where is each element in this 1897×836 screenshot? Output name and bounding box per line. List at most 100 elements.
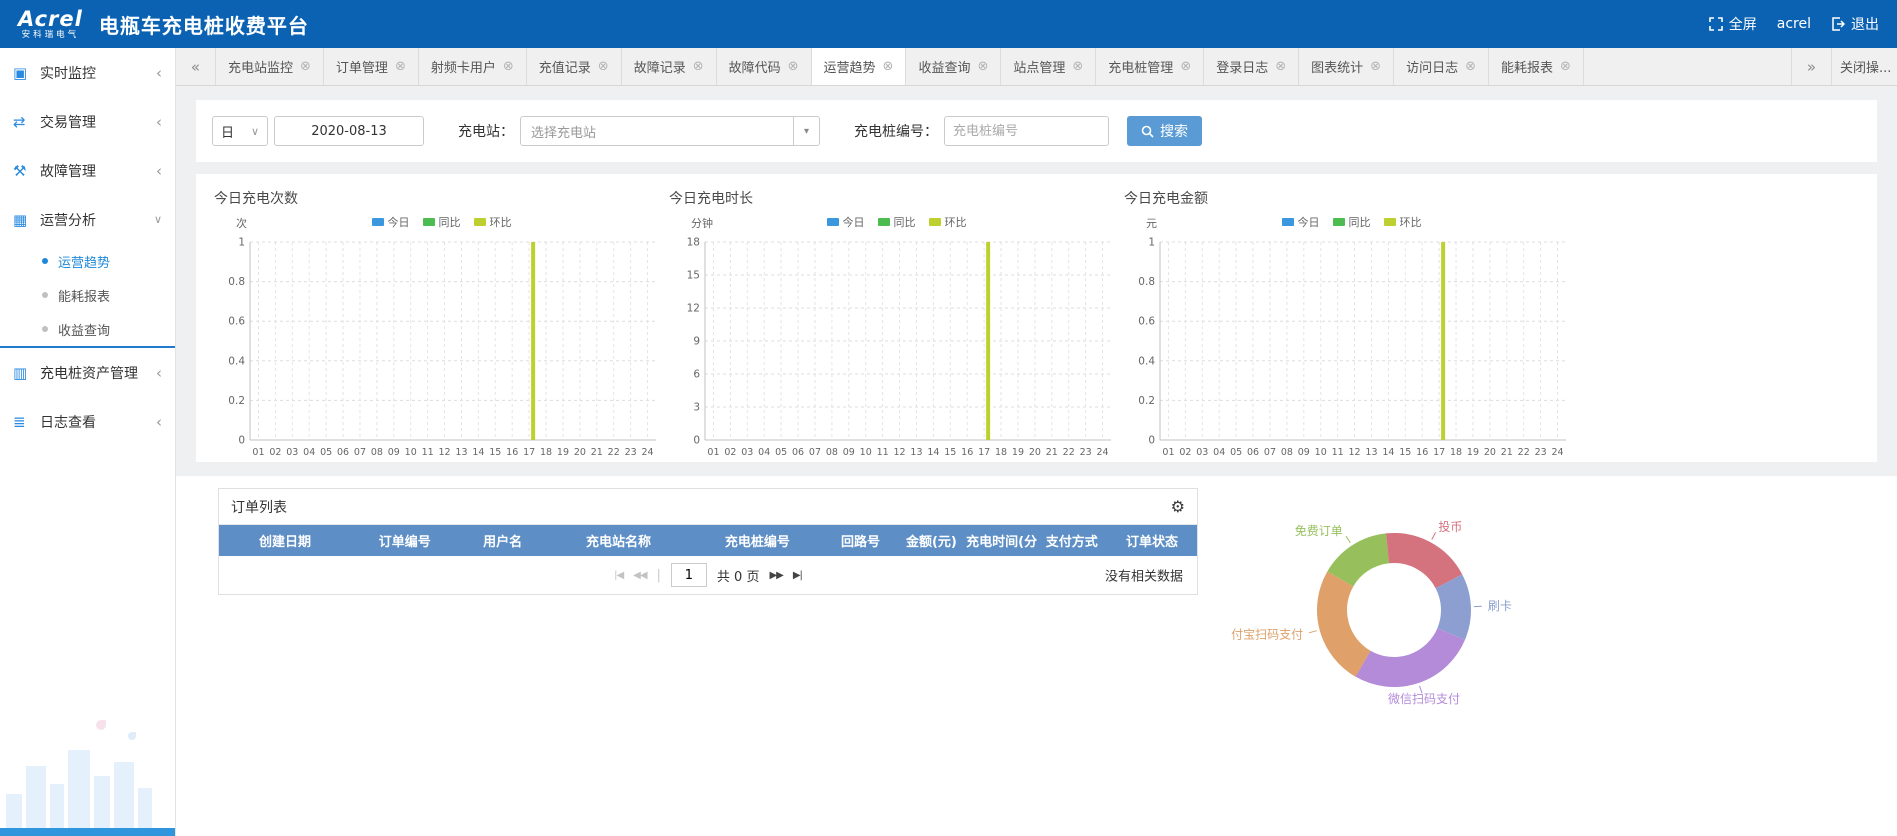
order-column-header: 用户名 — [459, 525, 547, 556]
tab-close-icon[interactable]: ⊗ — [1465, 59, 1476, 74]
svg-text:18: 18 — [1450, 447, 1462, 458]
period-select[interactable]: 日 ∨ — [212, 116, 268, 146]
tab-close-icon[interactable]: ⊗ — [977, 59, 988, 74]
bar-chart-canvas: 00.20.40.60.8101020304050607080910111213… — [1124, 234, 1572, 462]
tab-close-icon[interactable]: ⊗ — [598, 59, 609, 74]
fullscreen-button[interactable]: 全屏 — [1709, 14, 1757, 34]
next-page-button[interactable]: ▶▶ — [769, 570, 782, 581]
tab-label: 故障代码 — [729, 57, 781, 76]
legend-item[interactable]: 环比 — [474, 214, 512, 230]
legend-item[interactable]: 同比 — [423, 214, 461, 230]
tab[interactable]: 故障代码 ⊗ — [717, 48, 812, 85]
legend-item[interactable]: 今日 — [827, 214, 865, 230]
legend-item[interactable]: 环比 — [929, 214, 967, 230]
tab[interactable]: 充电站监控⊗ — [216, 48, 324, 85]
sidebar-item-label: 充电桩资产管理 — [40, 363, 138, 383]
donut-slice[interactable] — [1388, 548, 1449, 581]
tab[interactable]: 站点管理⊗ — [1001, 48, 1096, 85]
svg-text:05: 05 — [320, 447, 332, 458]
tab-label: 图表统计 — [1311, 57, 1363, 76]
chart-title: 今日充电金额 — [1124, 188, 1579, 208]
tab[interactable]: 登录日志⊗ — [1204, 48, 1299, 85]
tab[interactable]: 访问日志⊗ — [1394, 48, 1489, 85]
tab[interactable]: 图表统计 ⊗ — [1299, 48, 1394, 85]
tab[interactable]: 能耗报表 ⊗ — [1489, 48, 1584, 85]
order-column-header: 回路号 — [824, 525, 896, 556]
svg-text:19: 19 — [557, 447, 569, 458]
page-body: 日 ∨ 充电站： 选择充电站 ▾ 充电桩编号： 搜索 — [176, 86, 1897, 836]
svg-text:0: 0 — [1148, 435, 1155, 447]
sidebar-item[interactable]: ⇄交易管理‹ — [0, 97, 175, 146]
sidebar-subitem[interactable]: 能耗报表 — [0, 278, 175, 312]
tab-close-icon[interactable]: ⊗ — [883, 59, 894, 74]
tab-close-icon[interactable]: ⊗ — [395, 59, 406, 74]
legend-swatch-icon — [929, 218, 941, 226]
tab-label: 充电桩管理 — [1108, 57, 1173, 76]
sidebar-item[interactable]: ▣实时监控‹ — [0, 48, 175, 97]
tab-label: 故障记录 — [634, 57, 686, 76]
legend-item[interactable]: 同比 — [878, 214, 916, 230]
tab-close-icon[interactable]: ⊗ — [1180, 59, 1191, 74]
donut-slice[interactable] — [1363, 634, 1451, 672]
station-select[interactable]: 选择充电站 ▾ — [520, 116, 820, 146]
donut-slice[interactable] — [1332, 579, 1363, 664]
dropdown-arrow-icon[interactable]: ▾ — [793, 117, 819, 145]
tab-close-icon[interactable]: ⊗ — [1560, 59, 1571, 74]
legend-item[interactable]: 环比 — [1384, 214, 1422, 230]
svg-text:15: 15 — [687, 270, 700, 282]
sidebar-subitem[interactable]: 收益查询 — [0, 312, 175, 346]
sidebar-nav: ▣实时监控‹⇄交易管理‹⚒故障管理‹▦运营分析∨运营趋势能耗报表收益查询▥充电桩… — [0, 48, 175, 446]
svg-text:13: 13 — [1365, 447, 1377, 458]
legend-item[interactable]: 今日 — [1282, 214, 1320, 230]
tab[interactable]: 收益查询⊗ — [906, 48, 1001, 85]
tab-close-icon[interactable]: ⊗ — [503, 59, 514, 74]
svg-text:04: 04 — [1213, 447, 1225, 458]
tab[interactable]: 射频卡用户⊗ — [419, 48, 527, 85]
table-settings-gear-icon[interactable]: ⚙ — [1171, 497, 1185, 516]
pile-number-input[interactable] — [944, 116, 1109, 146]
tab[interactable]: 充电桩管理 ⊗ — [1096, 48, 1204, 85]
sidebar-item[interactable]: ≣日志查看‹ — [0, 397, 175, 446]
logout-button[interactable]: 退出 — [1831, 14, 1879, 34]
sidebar-item[interactable]: ▦运营分析∨ — [0, 195, 175, 244]
date-input[interactable] — [274, 116, 424, 146]
last-page-button[interactable]: ▶| — [793, 570, 802, 581]
tab-close-icon[interactable]: ⊗ — [1072, 59, 1083, 74]
tab[interactable]: 故障记录 ⊗ — [622, 48, 717, 85]
tab[interactable]: 充值记录⊗ — [527, 48, 622, 85]
page-number-input[interactable] — [671, 563, 707, 587]
username[interactable]: acrel — [1777, 16, 1811, 32]
butterfly-icon — [128, 732, 136, 740]
donut-label: 微信扫码支付 — [1388, 692, 1460, 706]
search-button[interactable]: 搜索 — [1127, 116, 1202, 146]
legend-item[interactable]: 今日 — [372, 214, 410, 230]
tabs-scroll-left-icon[interactable]: « — [176, 48, 216, 85]
first-page-button[interactable]: |◀ — [614, 570, 623, 581]
bar-chart: 今日充电次数次今日同比环比00.20.40.60.810102030405060… — [214, 188, 669, 462]
tab-close-icon[interactable]: ⊗ — [1275, 59, 1286, 74]
tab-close-icon[interactable]: ⊗ — [1370, 59, 1381, 74]
tabs-scroll-right-icon[interactable]: » — [1791, 48, 1831, 85]
order-column-header: 支付方式 — [1037, 525, 1107, 556]
tab-close-icon[interactable]: ⊗ — [300, 59, 311, 74]
svg-text:20: 20 — [1029, 447, 1041, 458]
tab[interactable]: 运营趋势⊗ — [812, 48, 907, 85]
legend-item[interactable]: 同比 — [1333, 214, 1371, 230]
close-tabs-menu-button[interactable]: 关闭操... — [1831, 48, 1897, 85]
donut-slice[interactable] — [1449, 581, 1456, 634]
sidebar-item[interactable]: ⚒故障管理‹ — [0, 146, 175, 195]
tab[interactable]: 订单管理⊗ — [324, 48, 419, 85]
content-area: « 充电站监控⊗订单管理⊗射频卡用户⊗充值记录⊗故障记录⊗故障代码⊗运营趋势⊗收… — [176, 48, 1897, 836]
tab-close-icon[interactable]: ⊗ — [788, 59, 799, 74]
svg-text:11: 11 — [877, 447, 889, 458]
sidebar-item[interactable]: ▥充电桩资产管理‹ — [0, 348, 175, 397]
tab-label: 能耗报表 — [1501, 57, 1553, 76]
sidebar-item-label: 故障管理 — [40, 161, 96, 181]
svg-text:0: 0 — [693, 435, 700, 447]
chevron-down-icon: ∨ — [154, 213, 162, 226]
donut-slice[interactable] — [1340, 548, 1387, 579]
chevron-left-icon: ‹ — [156, 113, 162, 131]
tab-close-icon[interactable]: ⊗ — [693, 59, 704, 74]
sidebar-subitem[interactable]: 运营趋势 — [0, 244, 175, 278]
prev-page-button[interactable]: ◀◀ — [633, 570, 646, 581]
